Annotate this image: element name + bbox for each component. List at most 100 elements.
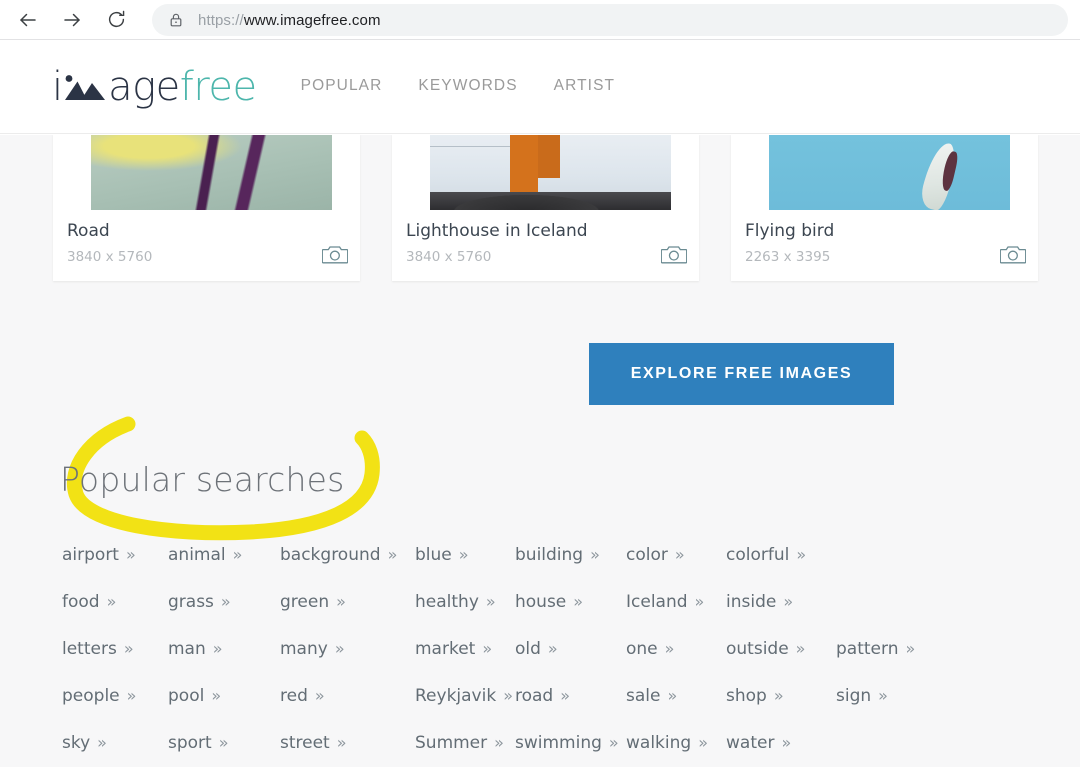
url-host: www.imagefree.com (243, 11, 381, 29)
keyword-label: many (280, 639, 328, 659)
keyword-animal[interactable]: animal » (168, 545, 280, 565)
keyword-market[interactable]: market » (415, 639, 515, 659)
keyword-building[interactable]: building » (515, 545, 626, 565)
nav-item-artist[interactable]: ARTIST (554, 77, 615, 95)
keyword-pool[interactable]: pool » (168, 686, 280, 706)
keyword-summer[interactable]: Summer » (415, 733, 515, 753)
keyword-walking[interactable]: walking » (626, 733, 726, 753)
chevron-right-icon: » (494, 733, 504, 752)
keyword-background[interactable]: background » (280, 545, 415, 565)
keyword-row: sky » sport » street » Summer » swimming » wa… (62, 733, 1022, 767)
keyword-outside[interactable]: outside » (726, 639, 836, 659)
explore-free-images-button[interactable]: EXPLORE FREE IMAGES (589, 343, 894, 405)
keyword-label: pattern (836, 639, 899, 659)
keyword-shop[interactable]: shop » (726, 686, 836, 706)
back-button[interactable] (10, 2, 46, 38)
main-nav: POPULAR KEYWORDS ARTIST (301, 77, 615, 97)
keyword-letters[interactable]: letters » (62, 639, 168, 659)
photo-card-row: Road 3840 x 5760 Lighthouse in Iceland 3… (53, 135, 1038, 284)
card-title: Road (67, 221, 110, 241)
keyword-label: green (280, 592, 330, 612)
keyword-label: sign (836, 686, 872, 706)
keyword-water[interactable]: water » (726, 733, 836, 753)
keyword-label: grass (168, 592, 214, 612)
chevron-right-icon: » (336, 733, 347, 752)
chevron-right-icon: » (674, 545, 685, 564)
photo-card[interactable]: Flying bird 2263 x 3395 (731, 135, 1038, 281)
keyword-house[interactable]: house » (515, 592, 626, 612)
camera-icon[interactable] (999, 243, 1027, 265)
chevron-right-icon: » (126, 686, 137, 705)
keyword-inside[interactable]: inside » (726, 592, 836, 612)
keyword-color[interactable]: color » (626, 545, 726, 565)
keyword-sign[interactable]: sign » (836, 686, 888, 706)
keyword-sale[interactable]: sale » (626, 686, 726, 706)
keyword-reykjavik[interactable]: Reykjavik » (415, 686, 515, 706)
forward-button[interactable] (54, 2, 90, 38)
keyword-label: pool (168, 686, 205, 706)
keyword-row: letters » man » many » market » old » one » ou… (62, 639, 1022, 686)
keyword-street[interactable]: street » (280, 733, 415, 753)
chevron-right-icon: » (485, 592, 496, 611)
chevron-right-icon: » (781, 733, 792, 752)
keyword-grid: airport » animal » background » blue » build… (62, 545, 1022, 767)
keyword-people[interactable]: people » (62, 686, 168, 706)
keyword-healthy[interactable]: healthy » (415, 592, 515, 612)
chevron-right-icon: » (97, 733, 107, 752)
chevron-right-icon: » (211, 686, 222, 705)
keyword-blue[interactable]: blue » (415, 545, 515, 565)
keyword-road[interactable]: road » (515, 686, 626, 706)
page-title: Popular searches (60, 460, 345, 499)
address-bar[interactable]: https://www.imagefree.com (152, 4, 1068, 36)
keyword-label: inside (726, 592, 777, 612)
keyword-label: airport (62, 545, 119, 565)
card-dimensions: 3840 x 5760 (67, 248, 153, 265)
chevron-right-icon: » (796, 545, 807, 564)
reload-button[interactable] (98, 2, 134, 38)
keyword-label: sale (626, 686, 661, 706)
site-logo[interactable]: i age free (52, 67, 257, 107)
photo-card[interactable]: Road 3840 x 5760 (53, 135, 360, 281)
keyword-man[interactable]: man » (168, 639, 280, 659)
chevron-right-icon: » (458, 545, 469, 564)
keyword-label: people (62, 686, 120, 706)
keyword-colorful[interactable]: colorful » (726, 545, 836, 565)
chevron-right-icon: » (694, 592, 705, 611)
forward-arrow-icon (61, 9, 83, 31)
keyword-airport[interactable]: airport » (62, 545, 168, 565)
card-thumbnail (430, 135, 671, 210)
keyword-red[interactable]: red » (280, 686, 415, 706)
chevron-right-icon: » (218, 733, 229, 752)
back-arrow-icon (17, 9, 39, 31)
chevron-right-icon: » (560, 686, 571, 705)
photo-card[interactable]: Lighthouse in Iceland 3840 x 5760 (392, 135, 699, 281)
chevron-right-icon: » (667, 686, 678, 705)
keyword-label: one (626, 639, 658, 659)
keyword-food[interactable]: food » (62, 592, 168, 612)
keyword-label: water (726, 733, 775, 753)
keyword-sky[interactable]: sky » (62, 733, 168, 753)
keyword-green[interactable]: green » (280, 592, 415, 612)
keyword-label: road (515, 686, 554, 706)
keyword-grass[interactable]: grass » (168, 592, 280, 612)
keyword-pattern[interactable]: pattern » (836, 639, 915, 659)
camera-icon[interactable] (660, 243, 688, 265)
url-text: https://www.imagefree.com (198, 12, 381, 29)
keyword-label: street (280, 733, 330, 753)
lock-icon (168, 12, 184, 28)
nav-item-keywords[interactable]: KEYWORDS (418, 77, 517, 95)
keyword-label: building (515, 545, 584, 565)
keyword-sport[interactable]: sport » (168, 733, 280, 753)
camera-icon[interactable] (321, 243, 349, 265)
keyword-one[interactable]: one » (626, 639, 726, 659)
keyword-old[interactable]: old » (515, 639, 626, 659)
keyword-label: food (62, 592, 100, 612)
keyword-iceland[interactable]: Iceland » (626, 592, 726, 612)
keyword-swimming[interactable]: swimming » (515, 733, 626, 753)
card-dimensions: 2263 x 3395 (745, 248, 831, 265)
keyword-label: blue (415, 545, 452, 565)
keyword-label: man (168, 639, 206, 659)
chevron-right-icon: » (664, 639, 675, 658)
nav-item-popular[interactable]: POPULAR (301, 77, 383, 95)
keyword-many[interactable]: many » (280, 639, 415, 659)
